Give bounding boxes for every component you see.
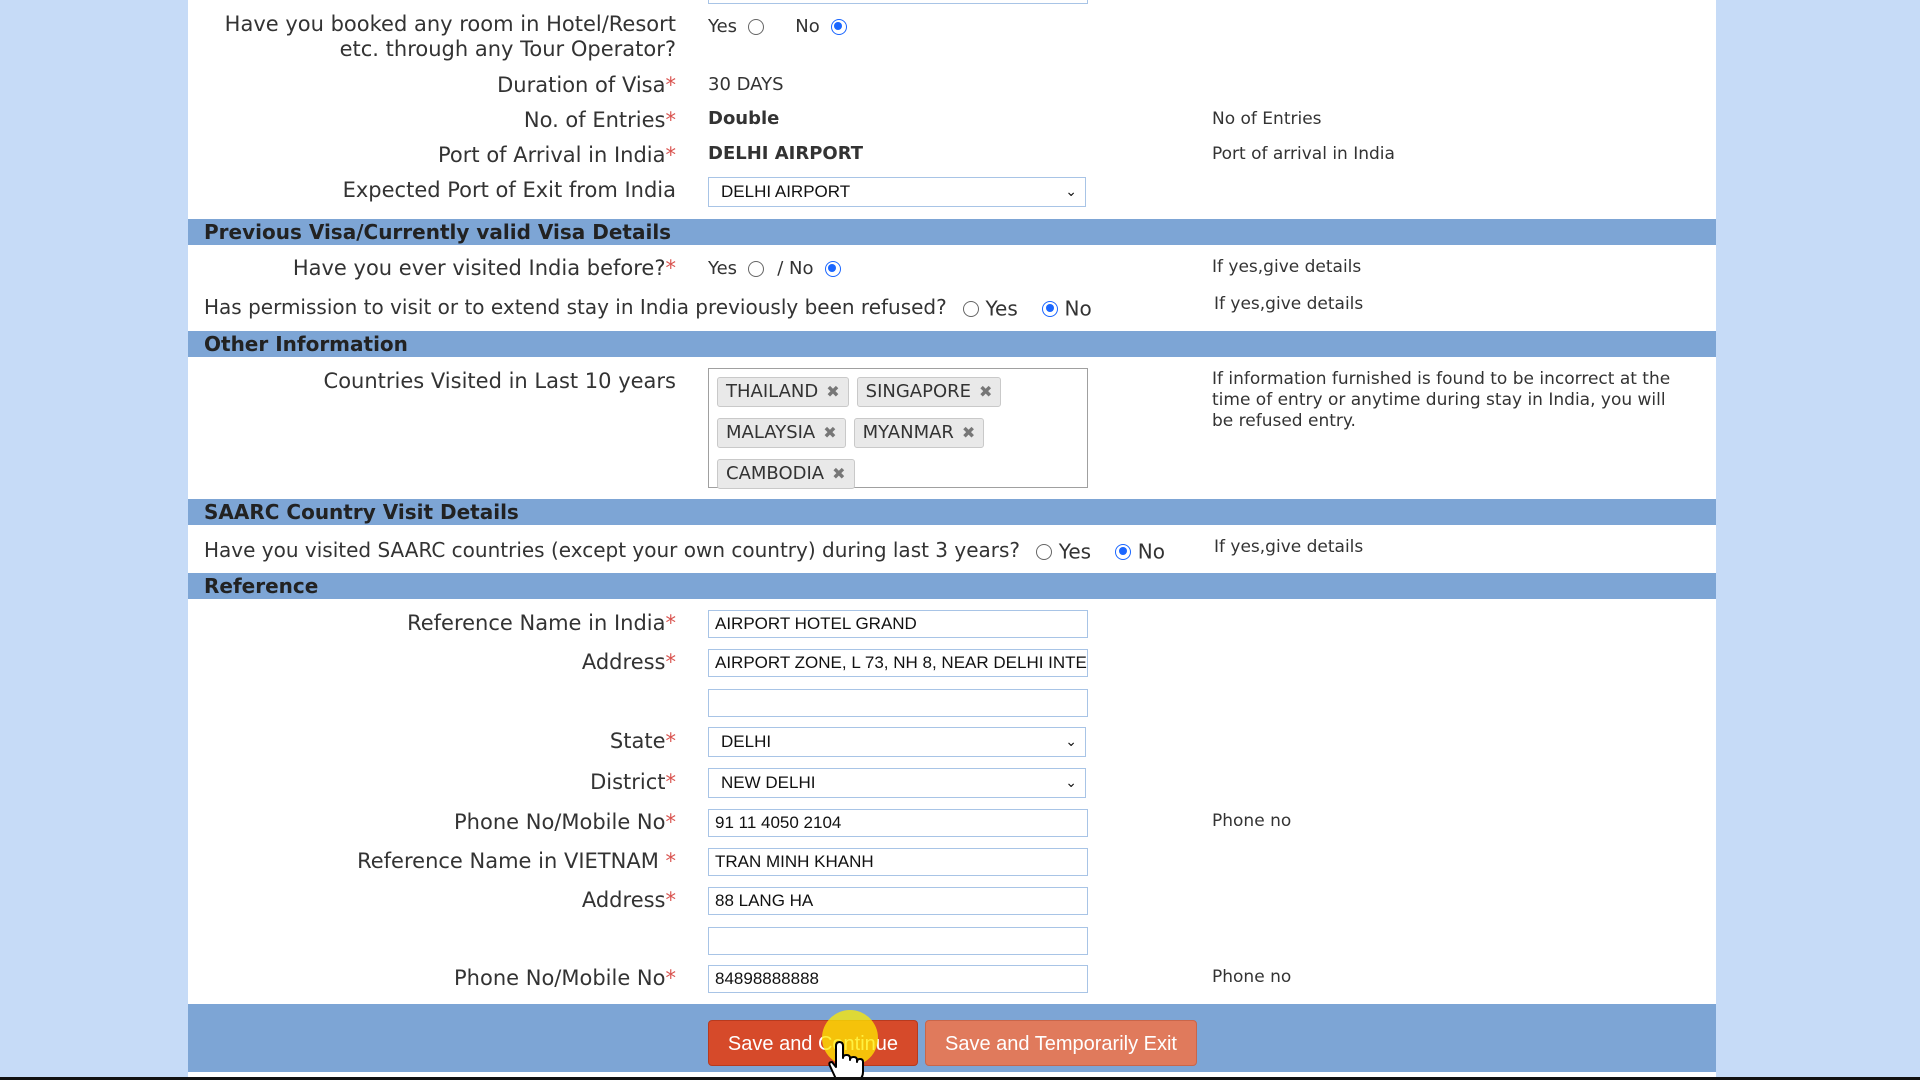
district-label: District* bbox=[590, 770, 676, 794]
remove-tag-icon[interactable]: ✖ bbox=[979, 382, 992, 401]
ref-name-home-input[interactable]: TRAN MINH KHANH bbox=[708, 848, 1088, 876]
visited-no-label: / No bbox=[777, 258, 814, 279]
visited-yes-label: Yes bbox=[708, 258, 738, 279]
state-value: DELHI bbox=[721, 732, 772, 751]
entries-value: Double bbox=[708, 108, 780, 129]
saarc-question: Have you visited SAARC countries (except… bbox=[204, 538, 1021, 562]
arrival-value: DELHI AIRPORT bbox=[708, 143, 864, 164]
saarc-section-header: SAARC Country Visit Details bbox=[188, 499, 1716, 525]
refused-no-radio[interactable] bbox=[1042, 300, 1059, 317]
hotel-booking-yes-label: Yes bbox=[708, 16, 738, 37]
ref-phone-input[interactable]: 91 11 4050 2104 bbox=[708, 809, 1088, 837]
required-mark: * bbox=[665, 256, 677, 280]
visited-no-radio[interactable] bbox=[824, 260, 841, 277]
countries-multiselect[interactable]: THAILAND ✖ SINGAPORE ✖ MALAYSIA ✖ MYANMAR ✖ CA… bbox=[708, 368, 1088, 489]
hotel-booking-label-box: Have you booked any room in Hotel/Resort… bbox=[188, 12, 676, 66]
duration-value: 30 DAYS bbox=[708, 74, 784, 95]
arrival-label: Port of Arrival in India* bbox=[438, 143, 676, 167]
visited-yes-radio[interactable] bbox=[748, 260, 765, 277]
chevron-down-icon: ⌄ bbox=[1065, 774, 1077, 790]
home-address-line2-input[interactable] bbox=[708, 927, 1088, 955]
remove-tag-icon[interactable]: ✖ bbox=[826, 382, 839, 401]
ref-name-home-label: Reference Name in VIETNAM * bbox=[357, 849, 676, 873]
hotel-booking-yes-radio[interactable] bbox=[748, 18, 765, 35]
hotel-booking-radio-group: Yes No bbox=[708, 16, 847, 37]
chevron-down-icon: ⌄ bbox=[1065, 733, 1077, 749]
required-mark: * bbox=[665, 966, 677, 990]
district-select[interactable]: NEW DELHI ⌄ bbox=[708, 768, 1086, 798]
required-mark: * bbox=[665, 770, 677, 794]
ref-phone-hint: Phone no bbox=[1212, 811, 1292, 831]
refused-row: Has permission to visit or to extend sta… bbox=[204, 295, 1092, 321]
hotel-booking-question-line2: etc. through any Tour Operator? bbox=[339, 37, 676, 61]
hotel-booking-question-line1: Have you booked any room in Hotel/Resort bbox=[224, 12, 676, 36]
saarc-no-label: No bbox=[1137, 539, 1165, 564]
visited-hint: If yes,give details bbox=[1212, 257, 1362, 277]
exit-label: Expected Port of Exit from India bbox=[342, 178, 676, 202]
country-tag: SINGAPORE ✖ bbox=[856, 377, 1002, 407]
ref-address-line2-input[interactable] bbox=[708, 689, 1088, 717]
required-mark: * bbox=[665, 849, 677, 873]
visited-india-label: Have you ever visited India before?* bbox=[292, 256, 677, 280]
home-address-input[interactable]: 88 LANG HA bbox=[708, 887, 1088, 915]
ref-name-india-label: Reference Name in India* bbox=[407, 611, 676, 635]
country-tag: MYANMAR ✖ bbox=[853, 418, 985, 448]
entries-hint: No of Entries bbox=[1212, 109, 1322, 129]
save-continue-button[interactable]: Save and Continue bbox=[708, 1020, 918, 1066]
district-value: NEW DELHI bbox=[721, 773, 816, 792]
required-mark: * bbox=[665, 810, 677, 834]
required-mark: * bbox=[665, 650, 677, 674]
entries-label: No. of Entries* bbox=[523, 108, 677, 132]
saarc-yes-radio[interactable] bbox=[1036, 543, 1053, 560]
chevron-down-icon: ⌄ bbox=[1065, 183, 1077, 199]
ref-phone-label: Phone No/Mobile No* bbox=[454, 810, 676, 834]
state-label: State* bbox=[609, 729, 677, 753]
required-mark: * bbox=[665, 143, 677, 167]
home-phone-input[interactable]: 84898888888 bbox=[708, 965, 1088, 993]
remove-tag-icon[interactable]: ✖ bbox=[962, 423, 975, 442]
country-tag: CAMBODIA ✖ bbox=[717, 459, 855, 489]
ref-address-input[interactable]: AIRPORT ZONE, L 73, NH 8, NEAR DELHI INT… bbox=[708, 649, 1088, 677]
home-address-label: Address* bbox=[581, 888, 677, 912]
refused-no-label: No bbox=[1064, 296, 1092, 321]
refused-yes-label: Yes bbox=[985, 296, 1018, 321]
remove-tag-icon[interactable]: ✖ bbox=[832, 464, 845, 483]
saarc-row: Have you visited SAARC countries (except… bbox=[204, 538, 1165, 564]
country-tag: THAILAND ✖ bbox=[717, 377, 849, 407]
required-mark: * bbox=[665, 108, 677, 132]
hotel-booking-no-label: No bbox=[795, 16, 820, 37]
ref-name-india-input[interactable]: AIRPORT HOTEL GRAND bbox=[708, 610, 1088, 638]
application-form-panel: Have you booked any room in Hotel/Resort… bbox=[188, 0, 1716, 1080]
refused-hint: If yes,give details bbox=[1214, 294, 1364, 314]
incorrect-info-warning: If information furnished is found to be … bbox=[1212, 369, 1671, 431]
saarc-hint: If yes,give details bbox=[1214, 537, 1364, 557]
countries-label: Countries Visited in Last 10 years bbox=[323, 369, 676, 393]
home-phone-label: Phone No/Mobile No* bbox=[454, 966, 676, 990]
save-exit-button[interactable]: Save and Temporarily Exit bbox=[925, 1020, 1197, 1066]
visited-india-radio-group: Yes / No bbox=[708, 258, 841, 279]
required-mark: * bbox=[665, 611, 677, 635]
arrival-hint: Port of arrival in India bbox=[1212, 144, 1395, 164]
hotel-booking-no-radio[interactable] bbox=[830, 18, 847, 35]
remove-tag-icon[interactable]: ✖ bbox=[823, 423, 836, 442]
duration-label: Duration of Visa* bbox=[497, 73, 676, 97]
previous-field-input[interactable] bbox=[708, 0, 1088, 4]
required-mark: * bbox=[665, 73, 677, 97]
reference-section-header: Reference bbox=[188, 573, 1716, 599]
previous-visa-section-header: Previous Visa/Currently valid Visa Detai… bbox=[188, 219, 1716, 245]
ref-address-label: Address* bbox=[581, 650, 677, 674]
exit-port-value: DELHI AIRPORT bbox=[721, 182, 851, 201]
state-select[interactable]: DELHI ⌄ bbox=[708, 727, 1086, 757]
exit-port-select[interactable]: DELHI AIRPORT ⌄ bbox=[708, 177, 1086, 207]
home-phone-hint: Phone no bbox=[1212, 967, 1292, 987]
saarc-no-radio[interactable] bbox=[1115, 543, 1132, 560]
refused-yes-radio[interactable] bbox=[963, 300, 980, 317]
hand-cursor-icon bbox=[828, 1041, 864, 1080]
saarc-yes-label: Yes bbox=[1058, 539, 1092, 564]
other-info-section-header: Other Information bbox=[188, 331, 1716, 357]
refused-question: Has permission to visit or to extend sta… bbox=[204, 295, 947, 319]
required-mark: * bbox=[665, 729, 677, 753]
country-tag: MALAYSIA ✖ bbox=[717, 418, 846, 448]
required-mark: * bbox=[665, 888, 677, 912]
